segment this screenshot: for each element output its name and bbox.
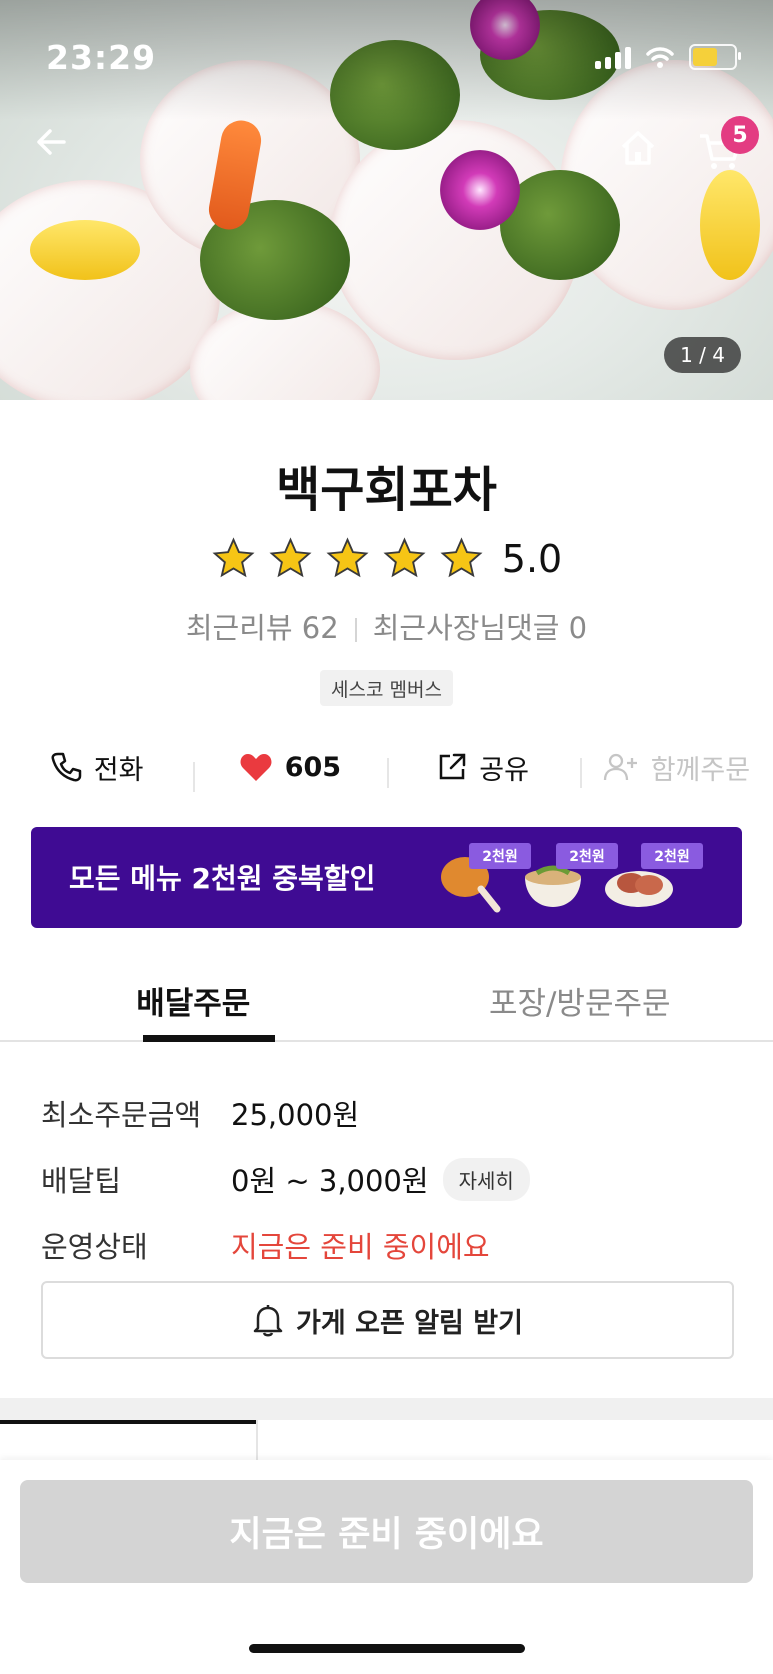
image-page-indicator: 1 / 4	[664, 337, 741, 373]
delivery-tip-detail-button[interactable]: 자세히	[442, 1157, 530, 1201]
section-divider	[0, 1398, 773, 1420]
recent-reviews-link[interactable]: 최근리뷰 62	[186, 611, 339, 645]
action-bar: 전화 605 공유 함께주문	[0, 742, 773, 792]
operation-status-row: 운영상태 지금은 준비 중이에요	[41, 1212, 741, 1278]
rating-value: 5.0	[501, 536, 563, 581]
like-count: 605	[284, 751, 342, 783]
group-order-label: 함께주문	[650, 754, 751, 786]
star-icon	[383, 537, 426, 578]
share-icon	[440, 753, 466, 780]
share-label: 공유	[479, 754, 529, 786]
lemon-slice-image	[30, 220, 140, 280]
add-person-icon	[603, 753, 637, 781]
min-order-label: 최소주문금액	[41, 1098, 202, 1132]
owner-replies-link[interactable]: 최근사장님댓글 0	[373, 611, 587, 645]
share-button[interactable]: 공유	[386, 748, 580, 788]
call-button[interactable]: 전화	[0, 748, 193, 787]
phone-icon	[51, 752, 82, 782]
operation-status-value: 지금은 준비 중이에요	[231, 1230, 490, 1264]
promo-tag: 2천원	[641, 843, 703, 869]
delivery-tip-value: 0원 ~ 3,000원	[231, 1164, 429, 1198]
delivery-tip-label: 배달팁	[41, 1164, 122, 1198]
back-arrow-icon[interactable]	[34, 124, 70, 164]
store-open-alert-button[interactable]: 가게 오픈 알림 받기	[41, 1281, 734, 1359]
store-open-alert-label: 가게 오픈 알림 받기	[296, 1307, 523, 1339]
bell-icon	[253, 1305, 283, 1337]
tab-pickup-order[interactable]: 포장/방문주문	[387, 960, 773, 1040]
order-disabled-button[interactable]: 지금은 준비 중이에요	[20, 1480, 753, 1583]
store-order-info: 최소주문금액 25,000원 배달팁 0원 ~ 3,000원 자세히 운영상태 …	[41, 1080, 741, 1278]
menu-section-tabs	[0, 1420, 773, 1460]
promo-banner[interactable]: 모든 메뉴 2천원 중복할인 2천원 2천원 2천원	[31, 827, 742, 928]
star-icon	[440, 537, 483, 578]
status-time: 23:29	[46, 38, 157, 77]
member-badge: 세스코 멤버스	[320, 670, 453, 706]
wifi-icon	[646, 47, 674, 68]
status-icons	[595, 44, 741, 70]
home-indicator	[249, 1644, 525, 1653]
battery-icon	[689, 44, 741, 70]
store-hero-image[interactable]: 23:29 5 1 / 4	[0, 0, 773, 400]
call-label: 전화	[93, 754, 144, 786]
group-order-button[interactable]: 함께주문	[579, 748, 773, 788]
delivery-tip-row: 배달팁 0원 ~ 3,000원 자세히	[41, 1146, 741, 1212]
active-subtab-indicator	[0, 1420, 257, 1424]
rating-row: 5.0	[0, 536, 773, 581]
divider	[354, 618, 357, 642]
star-icon	[269, 537, 312, 578]
order-type-tabs: 배달주문 포장/방문주문	[0, 960, 773, 1042]
bottom-action-area: 지금은 준비 중이에요	[0, 1460, 773, 1674]
like-button[interactable]: 605	[193, 751, 386, 792]
star-icon	[326, 537, 369, 578]
subtab-divider	[256, 1420, 258, 1460]
min-order-value: 25,000원	[231, 1098, 360, 1132]
heart-icon	[240, 754, 272, 781]
promo-text: 모든 메뉴 2천원 중복할인	[69, 862, 376, 895]
min-order-row: 최소주문금액 25,000원	[41, 1080, 741, 1146]
tab-delivery-order[interactable]: 배달주문	[0, 960, 387, 1042]
review-stats: 최근리뷰 62 최근사장님댓글 0	[0, 605, 773, 647]
signal-icon	[595, 45, 631, 69]
home-icon[interactable]	[618, 128, 658, 172]
star-icon	[212, 537, 255, 578]
store-name: 백구회포차	[276, 462, 497, 518]
cart-count-badge: 5	[721, 116, 759, 154]
orchid-garnish-image	[440, 150, 520, 230]
lemon-slice-image	[700, 170, 760, 280]
operation-status-label: 운영상태	[41, 1230, 148, 1264]
